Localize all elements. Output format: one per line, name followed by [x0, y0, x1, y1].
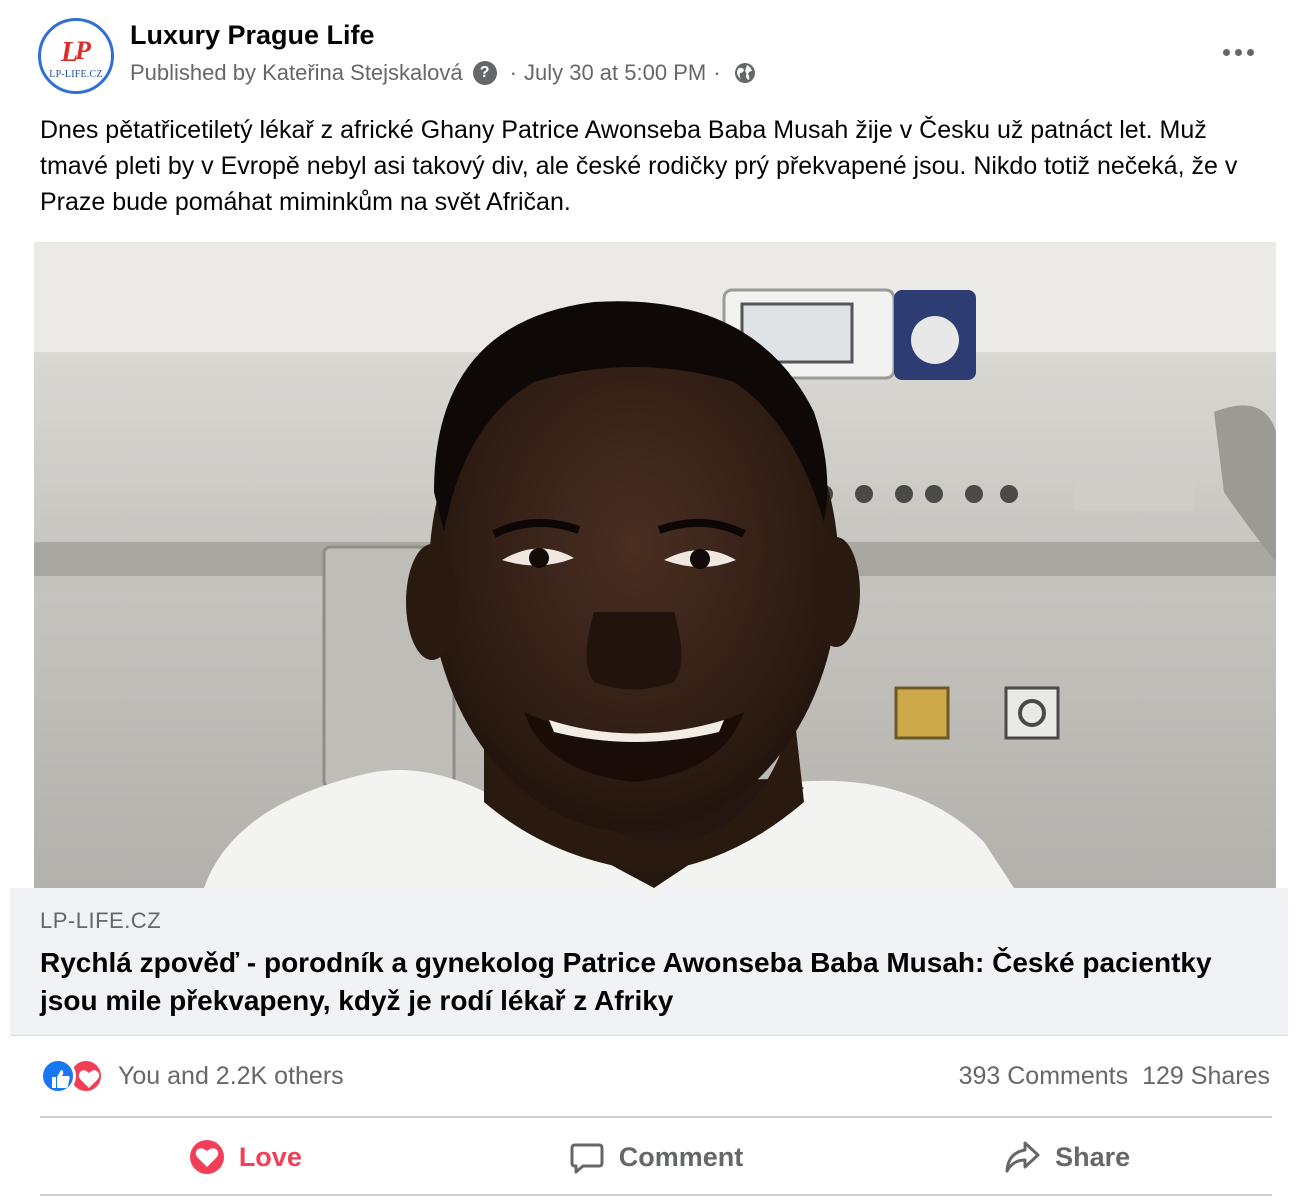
- post-photo[interactable]: [34, 242, 1276, 888]
- share-icon: [1005, 1141, 1040, 1173]
- comments-count[interactable]: 393 Comments: [959, 1062, 1129, 1091]
- link-preview[interactable]: LP-LIFE.CZ Rychlá zpověď - porodník a gy…: [10, 888, 1288, 1036]
- love-button[interactable]: Love: [40, 1120, 451, 1194]
- published-by[interactable]: Published by Kateřina Stejskalová: [130, 60, 463, 86]
- comment-button[interactable]: Comment: [451, 1120, 862, 1194]
- post-stats: 393 Comments 129 Shares: [959, 1062, 1270, 1091]
- reactions-summary[interactable]: You and 2.2K others: [40, 1058, 344, 1094]
- love-icon: [189, 1140, 224, 1174]
- shares-count[interactable]: 129 Shares: [1142, 1062, 1270, 1091]
- globe-icon[interactable]: [734, 62, 756, 84]
- svg-text:P: P: [74, 36, 92, 65]
- divider: [40, 1116, 1272, 1118]
- link-domain: LP-LIFE.CZ: [40, 908, 162, 933]
- love-label: Love: [238, 1141, 302, 1172]
- post-timestamp[interactable]: July 30 at 5:00 PM: [524, 60, 706, 86]
- avatar-label: LP-LIFE.CZ: [49, 69, 103, 80]
- share-label: Share: [1055, 1141, 1131, 1172]
- post-card: L P LP-LIFE.CZ Luxury Prague Life Publis…: [0, 0, 1304, 1200]
- action-bar: Love Comment Share: [40, 1120, 1272, 1194]
- link-title[interactable]: Rychlá zpověď - porodník a gynekolog Pat…: [40, 944, 1260, 1020]
- page-avatar[interactable]: L P LP-LIFE.CZ: [38, 18, 114, 94]
- share-button[interactable]: Share: [861, 1120, 1272, 1194]
- divider: [40, 1194, 1272, 1196]
- question-icon[interactable]: ?: [472, 61, 497, 85]
- like-reaction-icon: [40, 1058, 76, 1094]
- separator-dot: ·: [509, 60, 517, 85]
- comment-icon: [570, 1143, 604, 1174]
- reactions-count: You and 2.2K others: [118, 1061, 344, 1090]
- photo-border: [10, 242, 34, 888]
- lp-logo-icon: L P: [60, 36, 92, 67]
- post-meta: Published by Kateřina Stejskalová ? · Ju…: [130, 60, 756, 86]
- post-text: Dnes pětatřicetiletý lékař z africké Gha…: [40, 116, 1238, 216]
- comment-label: Comment: [618, 1141, 744, 1172]
- page-name[interactable]: Luxury Prague Life: [130, 20, 375, 51]
- more-options-icon[interactable]: [1218, 40, 1258, 64]
- doctor-photo-image: [34, 242, 1276, 888]
- separator-dot: ·: [713, 60, 721, 85]
